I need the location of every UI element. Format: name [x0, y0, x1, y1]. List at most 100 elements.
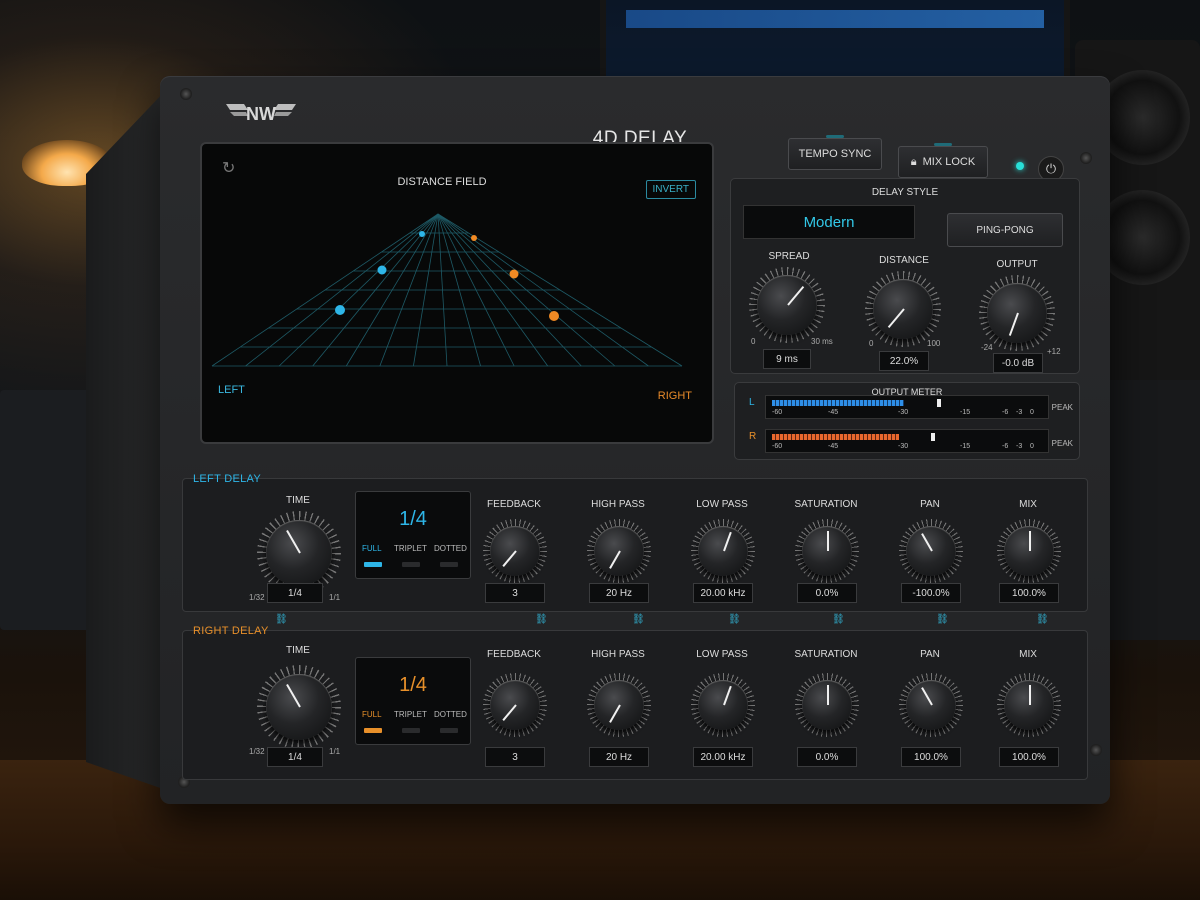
right-delay-mode-dotted-led: [440, 728, 458, 733]
meter-scale-tick: -30: [898, 443, 909, 450]
distance-field[interactable]: ↻ DISTANCE FIELD INVERT LEFT RIGHT: [200, 142, 714, 444]
left-delay-knob-4-value[interactable]: -100.0%: [901, 583, 961, 603]
link-icon[interactable]: ⛓︎: [535, 614, 548, 625]
delay-style-panel: DELAY STYLE Modern PING-PONG SPREAD 0 30…: [730, 178, 1080, 374]
right-delay-knob-0-label: FEEDBACK: [487, 649, 541, 660]
left-delay-time-display-value: 1/4: [399, 508, 427, 530]
left-delay-knob-0-value[interactable]: 3: [485, 583, 545, 603]
left-delay-knob-5[interactable]: [997, 519, 1061, 583]
logo-text: NW: [246, 104, 276, 124]
meter-scale-tick: -60: [772, 443, 783, 450]
spread-min: 0: [751, 337, 756, 346]
output-max: +12: [1047, 347, 1061, 356]
right-delay-knob-2[interactable]: [691, 673, 755, 737]
right-delay-knob-3-label: SATURATION: [794, 649, 858, 660]
left-delay-time-label: TIME: [286, 495, 310, 506]
delay-style-selector[interactable]: Modern: [743, 205, 915, 239]
screw: [1080, 152, 1092, 164]
right-delay-knob-4-value[interactable]: 100.0%: [901, 747, 961, 767]
left-delay-knob-1[interactable]: [587, 519, 651, 583]
right-delay-knob-4[interactable]: [899, 673, 963, 737]
left-delay-knob-5-value[interactable]: 100.0%: [999, 583, 1059, 603]
meter-right-label: R: [749, 431, 757, 442]
meter-scale-tick: 0: [1030, 409, 1034, 416]
left-delay-mode-triplet[interactable]: TRIPLET: [394, 544, 427, 553]
right-delay-knob-5[interactable]: [997, 673, 1061, 737]
chassis-side: [86, 90, 166, 790]
mix-lock-led: [934, 143, 952, 146]
distance-grid: [211, 213, 683, 367]
right-delay-panel: RIGHT DELAY TIME 1/32 1/1 1/4 1/4 FULL TRIP…: [182, 625, 1088, 780]
link-icon[interactable]: ⛓︎: [728, 614, 741, 625]
left-delay-title: LEFT DELAY: [193, 473, 262, 485]
right-delay-time-value[interactable]: 1/4: [267, 747, 323, 767]
spread-knob[interactable]: [749, 267, 825, 343]
link-icon[interactable]: ⛓︎: [275, 614, 288, 625]
link-icon[interactable]: ⛓︎: [632, 614, 645, 625]
link-icon[interactable]: ⛓︎: [1036, 614, 1049, 625]
left-delay-time-display: 1/4 FULL TRIPLET DOTTED: [355, 491, 471, 579]
link-icon[interactable]: ⛓︎: [832, 614, 845, 625]
meter-right-peak: [931, 433, 936, 441]
left-delay-knob-4[interactable]: [899, 519, 963, 583]
left-delay-knob-3[interactable]: [795, 519, 859, 583]
right-delay-knob-3-value[interactable]: 0.0%: [797, 747, 857, 767]
right-tap-dot-1[interactable]: [549, 311, 559, 321]
output-min: -24: [981, 343, 993, 352]
left-tap-dot-2[interactable]: [377, 265, 387, 275]
left-delay-knob-5-label: MIX: [1019, 499, 1037, 510]
right-tap-dot-2[interactable]: [509, 269, 519, 279]
left-tap-dot-1[interactable]: [335, 305, 345, 315]
left-delay-time-max: 1/1: [329, 593, 341, 602]
left-delay-knob-0[interactable]: [483, 519, 547, 583]
left-delay-knob-1-value[interactable]: 20 Hz: [589, 583, 649, 603]
right-delay-knob-time[interactable]: [257, 665, 341, 749]
left-delay-panel: LEFT DELAY TIME 1/32 1/1 1/4 1/4 FULL TRIPL…: [182, 473, 1088, 612]
meter-scale-tick: -45: [828, 409, 839, 416]
left-tap-dot-3[interactable]: [419, 231, 425, 237]
right-delay-mode-full[interactable]: FULL: [362, 710, 382, 719]
left-delay-knob-1-label: HIGH PASS: [591, 499, 645, 510]
left-delay-knob-3-value[interactable]: 0.0%: [797, 583, 857, 603]
left-delay-knob-2[interactable]: [691, 519, 755, 583]
right-delay-knob-3[interactable]: [795, 673, 859, 737]
right-delay-knob-1[interactable]: [587, 673, 651, 737]
distance-value[interactable]: 22.0%: [879, 351, 929, 371]
distance-max: 100: [927, 339, 941, 348]
left-delay-knob-2-value[interactable]: 20.00 kHz: [693, 583, 753, 603]
right-delay-mode-full-led: [364, 728, 382, 733]
tempo-sync-button[interactable]: TEMPO SYNC: [788, 135, 882, 170]
output-knob[interactable]: [979, 275, 1055, 351]
mix-lock-button[interactable]: 🔒︎ MIX LOCK: [898, 143, 988, 178]
left-delay-time-value[interactable]: 1/4: [267, 583, 323, 603]
meter-scale-tick: -30: [898, 409, 909, 416]
left-delay-mode-dotted[interactable]: DOTTED: [434, 544, 467, 553]
background-rack-left: [0, 390, 90, 630]
peak-right-label: PEAK: [1051, 439, 1073, 448]
right-delay-knob-4-label: PAN: [920, 649, 940, 660]
right-delay-knob-0-value[interactable]: 3: [485, 747, 545, 767]
right-delay-knob-2-value[interactable]: 20.00 kHz: [693, 747, 753, 767]
right-delay-knob-0[interactable]: [483, 673, 547, 737]
left-delay-mode-full-led: [364, 562, 382, 567]
lock-icon: 🔒︎: [910, 155, 917, 168]
right-delay-knob-1-value[interactable]: 20 Hz: [589, 747, 649, 767]
right-delay-mode-dotted[interactable]: DOTTED: [434, 710, 467, 719]
right-tap-dot-3[interactable]: [471, 235, 477, 241]
ping-pong-button[interactable]: PING-PONG: [947, 213, 1063, 247]
right-delay-time-label: TIME: [286, 645, 310, 656]
distance-knob[interactable]: [865, 271, 941, 347]
tempo-sync-led: [826, 135, 844, 138]
distance-min: 0: [869, 339, 874, 348]
right-delay-knob-5-value[interactable]: 100.0%: [999, 747, 1059, 767]
output-value[interactable]: -0.0 dB: [993, 353, 1043, 373]
right-delay-mode-triplet[interactable]: TRIPLET: [394, 710, 427, 719]
spread-value[interactable]: 9 ms: [763, 349, 811, 369]
right-delay-title: RIGHT DELAY: [193, 625, 269, 637]
meter-right-fill: [772, 434, 899, 440]
spread-max: 30 ms: [811, 337, 833, 346]
link-icon[interactable]: ⛓︎: [936, 614, 949, 625]
right-delay-mode-triplet-led: [402, 728, 420, 733]
tempo-sync-label: TEMPO SYNC: [798, 148, 872, 160]
left-delay-mode-full[interactable]: FULL: [362, 544, 382, 553]
